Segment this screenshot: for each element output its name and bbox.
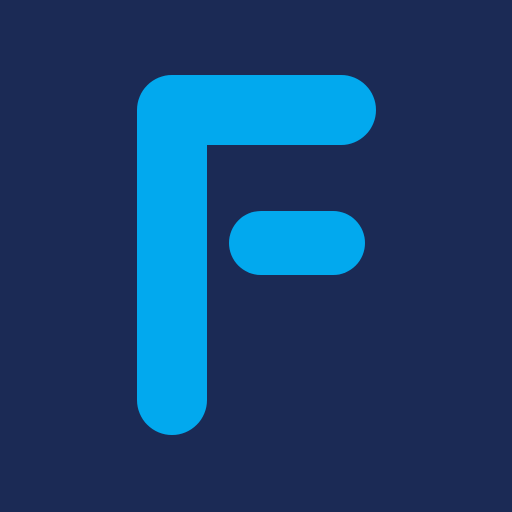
app-logo <box>0 0 512 512</box>
